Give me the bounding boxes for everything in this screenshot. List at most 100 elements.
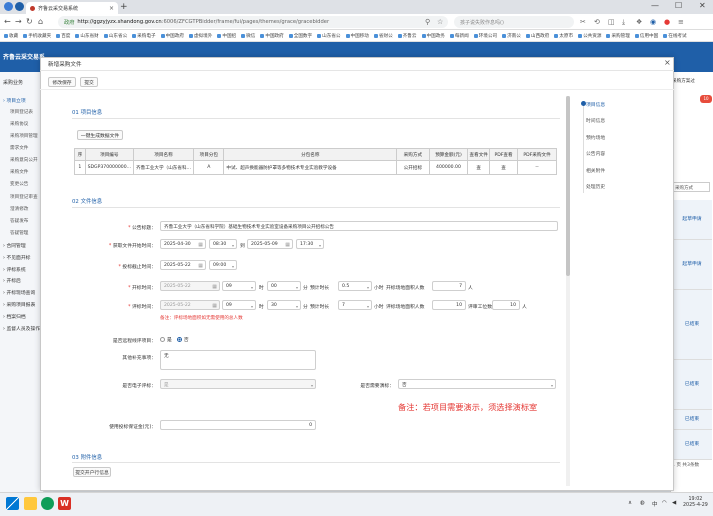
demo-select[interactable]: 否 ▾ — [398, 379, 556, 389]
browser-logo-icon[interactable] — [4, 2, 13, 11]
bookmark-item[interactable]: 在线考试 — [663, 33, 687, 39]
bookmark-item[interactable]: 环境公司 — [473, 33, 497, 39]
wifi-icon[interactable]: ◠ — [662, 500, 667, 506]
open-people-input[interactable]: 7 — [432, 281, 466, 291]
bookmark-item[interactable]: 省财公 — [373, 33, 393, 39]
eval-hour-select[interactable]: 09 ▾ — [222, 300, 256, 310]
bookmark-item[interactable]: 中国政府 — [260, 33, 284, 39]
sidebar-item[interactable]: 采购协议 — [10, 121, 44, 127]
eval-method-select[interactable]: 是 ▾ — [160, 379, 316, 389]
anchor-link[interactable]: 处理历史 — [586, 183, 605, 190]
maximize-window-icon[interactable]: ☐ — [675, 1, 682, 10]
bookmark-item[interactable]: 济南公 — [502, 33, 521, 39]
browser-taskbar-icon[interactable] — [41, 497, 54, 510]
sidebar-item[interactable]: 项目登记审查 — [10, 194, 44, 200]
bookmark-item[interactable]: 中国移动 — [345, 33, 369, 39]
sidebar-item[interactable]: › 开标后 — [3, 277, 44, 284]
tray-app-icon[interactable]: ◍ — [640, 500, 645, 506]
sidebar-item[interactable]: › 合同管理 — [3, 242, 44, 249]
bookmark-item[interactable]: 每新闻 — [449, 33, 469, 39]
anchor-link[interactable]: 时间信息 — [586, 117, 605, 124]
profile-icon[interactable]: ◉ — [650, 16, 656, 28]
ime-indicator[interactable]: 中 — [652, 500, 658, 508]
sidebar-item[interactable]: 采购文件 — [10, 169, 44, 175]
background-tab[interactable]: 采购方案过 — [672, 78, 695, 84]
bank-info-button[interactable]: 提交开户行信息 — [73, 467, 111, 477]
bid-deadline-date-input[interactable]: 2025-05-22 ▦ — [160, 260, 206, 270]
bookmark-item[interactable]: 中国招 — [217, 33, 236, 39]
background-table-row[interactable]: 起草申请 — [672, 200, 712, 240]
open-hour-select[interactable]: 09 ▾ — [222, 281, 256, 291]
history-icon[interactable]: ⟲ — [594, 16, 600, 28]
doc-end-date-input[interactable]: 2025-05-09 ▦ — [247, 239, 293, 249]
bookmark-item[interactable]: 齐鲁云 — [397, 33, 417, 39]
forward-icon[interactable]: → — [15, 16, 22, 28]
bookmark-item[interactable]: 收藏 — [4, 33, 18, 39]
bookmark-item[interactable]: 中国政务 — [421, 33, 445, 39]
background-table-row[interactable]: 已结束 — [672, 430, 712, 460]
wps-icon[interactable]: W — [58, 497, 71, 510]
extension-icon[interactable]: ◫ — [608, 16, 615, 28]
eval-date-input[interactable]: 2025-05-22 ▦ — [160, 300, 220, 310]
sidebar-item[interactable]: › 不见面开标 — [3, 254, 44, 261]
anchor-link[interactable]: 相关附件 — [586, 167, 605, 174]
sidebar-item[interactable]: › 档案归档 — [3, 313, 44, 320]
file-explorer-icon[interactable] — [24, 497, 37, 510]
modal-close-icon[interactable]: × — [664, 58, 671, 67]
bookmark-item[interactable]: 太原市 — [554, 33, 573, 39]
sidebar-item[interactable]: 答疑发布 — [10, 218, 44, 224]
sidebar-item[interactable]: › 开标现场查询 — [3, 289, 44, 296]
sidebar-item[interactable]: › 监督人员及操作 — [3, 325, 44, 332]
url-bar[interactable]: 政府 http://ggzyjyzx.shandong.gov.cn :6006… — [58, 16, 448, 28]
eval-minute-select[interactable]: 30 ▾ — [267, 300, 301, 310]
bookmark-item[interactable]: 山西政府 — [525, 33, 549, 39]
sidebar-item[interactable]: › 项目立项 — [3, 97, 44, 104]
translate-icon[interactable]: ✂ — [580, 16, 586, 28]
download-icon[interactable]: ⤓ — [622, 16, 625, 28]
back-icon[interactable]: ← — [4, 16, 11, 28]
doc-start-date-input[interactable]: 2025-04-30 ▦ — [160, 239, 206, 249]
zoom-icon[interactable]: ⚲ — [425, 16, 430, 28]
pdf-view-link[interactable]: 查 — [488, 160, 519, 175]
sidebar-item[interactable]: › 采购项目报表 — [3, 301, 44, 308]
bookmark-item[interactable]: 公共资源 — [578, 33, 601, 39]
generate-data-file-button[interactable]: 一键生成数据文件 — [77, 130, 123, 140]
notification-icon[interactable]: ● — [664, 16, 670, 28]
bookmark-item[interactable]: 信用中国 — [634, 33, 658, 39]
background-table-row[interactable]: 已结束 — [672, 290, 712, 360]
tab-close-icon[interactable]: × — [109, 5, 114, 12]
anchor-link[interactable]: 预约场地 — [586, 134, 605, 141]
menu-icon[interactable]: ≡ — [678, 16, 684, 28]
expert-count-input[interactable]: 10 — [492, 300, 520, 310]
bookmark-item[interactable]: 手机收藏夹 — [23, 33, 51, 39]
bookmark-item[interactable]: 百度 — [56, 33, 70, 39]
tab-group-icon[interactable] — [15, 2, 24, 11]
doc-end-time-input[interactable]: 17:30 ▾ — [296, 239, 324, 249]
open-duration-select[interactable]: 0.5 ▾ — [338, 281, 372, 291]
home-icon[interactable]: ⌂ — [38, 16, 43, 28]
close-window-icon[interactable]: ✕ — [699, 1, 706, 10]
bookmark-item[interactable]: 中国政府 — [160, 33, 184, 39]
anchor-link[interactable]: 项目信息 — [586, 101, 605, 108]
bookmark-item[interactable]: 山东省公 — [317, 33, 341, 39]
browser-tab-active[interactable]: 齐鲁云采交易系统 × — [26, 2, 118, 14]
system-clock[interactable]: 19:02 2025-4-29 — [683, 497, 708, 509]
background-table-row[interactable]: 起草申请 — [672, 240, 712, 290]
online-yes-radio[interactable] — [160, 337, 165, 342]
sidebar-item[interactable]: 答疑管理 — [10, 230, 44, 236]
bookmark-item[interactable]: 采购电子 — [132, 33, 156, 39]
deposit-input[interactable]: 0 — [160, 420, 316, 430]
sidebar-item[interactable]: › 评标系统 — [3, 266, 44, 273]
notice-title-input[interactable]: 齐鲁工业大学（山东省科学院）基础生物技术专业实验室设备采购项目公开招标公告 — [160, 221, 558, 231]
sidebar-item[interactable]: 需求文件 — [10, 145, 44, 151]
eval-duration-select[interactable]: 7 ▾ — [338, 300, 372, 310]
bookmark-item[interactable]: 采购管理 — [606, 33, 630, 39]
bookmark-item[interactable]: 山东省公 — [103, 33, 127, 39]
open-date-input[interactable]: 2025-05-22 ▦ — [160, 281, 220, 291]
sidebar-item[interactable]: 项目登记表 — [10, 109, 44, 115]
bookmark-item[interactable]: 虚拟境外 — [188, 33, 212, 39]
volume-icon[interactable]: ◀ — [672, 500, 676, 506]
sidebar-item[interactable]: 采购意向公开 — [10, 157, 44, 163]
windows-start-icon[interactable] — [6, 497, 19, 510]
bookmark-item[interactable]: 山东省财 — [75, 33, 99, 39]
